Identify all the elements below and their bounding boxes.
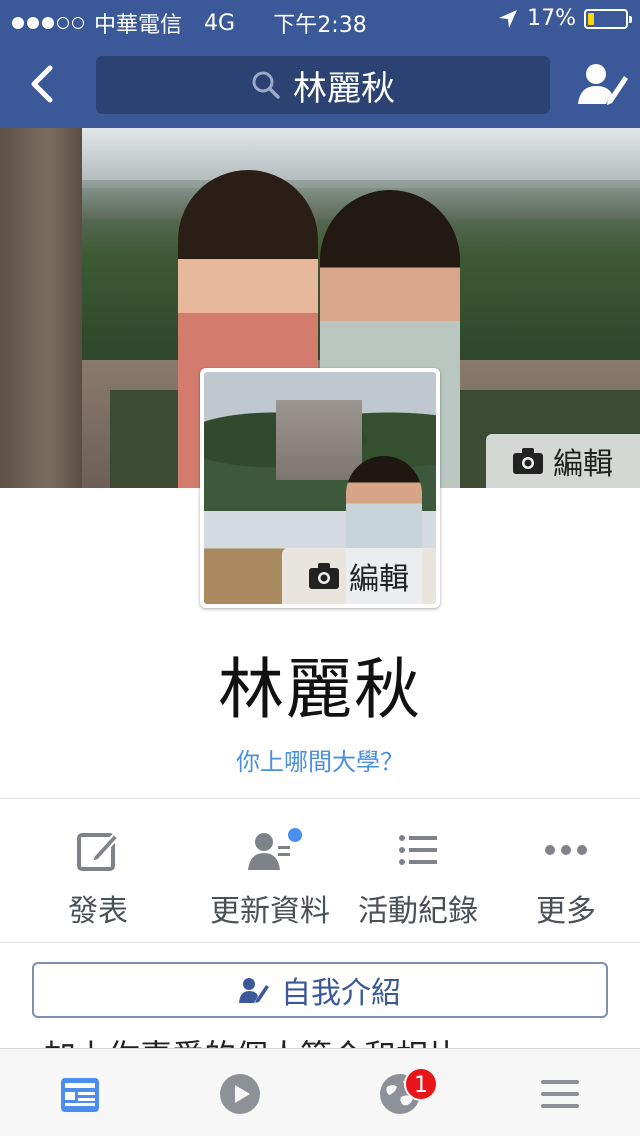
profile-picture[interactable]: 編輯 [200, 368, 440, 608]
profile-image: 編輯 [204, 372, 436, 604]
edit-profile-button[interactable] [578, 60, 628, 108]
divider [0, 942, 640, 943]
profile-photo-edit-button[interactable]: 編輯 [282, 548, 436, 604]
action-post-label: 發表 [68, 894, 128, 929]
location-arrow-icon [499, 9, 518, 28]
intro-hint-text: 加上你喜愛的個人簡介和相片 [44, 1032, 604, 1048]
chevron-left-icon [31, 65, 53, 103]
hamburger-icon [541, 1080, 579, 1108]
tab-notifications[interactable]: 1 [320, 1049, 480, 1136]
action-more[interactable]: 更多 [492, 800, 640, 942]
cover-pillar [0, 128, 82, 488]
play-icon [220, 1074, 260, 1114]
update-badge-dot [286, 826, 304, 844]
search-icon [252, 71, 280, 99]
cover-sky [0, 128, 640, 188]
profile-photo-edit-label: 編輯 [349, 562, 409, 597]
user-edit-icon [239, 978, 269, 1003]
top-chrome: 中華電信 4G 下午2:38 17% 林麗秋 [0, 0, 640, 128]
profile-name: 林麗秋 [218, 651, 422, 728]
battery-icon [584, 8, 632, 29]
battery-percent: 17% [527, 6, 576, 31]
nav-bar: 林麗秋 [0, 40, 640, 128]
education-prompt-link[interactable]: 你上哪間大學？ [0, 742, 640, 777]
about-me-button[interactable]: 自我介紹 [32, 962, 608, 1018]
profile-actions: 發表 更新資料 活動紀錄 更多 [0, 800, 640, 942]
cover-edit-label: 編輯 [553, 447, 613, 482]
search-box[interactable]: 林麗秋 [96, 56, 550, 114]
action-more-label: 更多 [536, 894, 596, 929]
user-edit-icon [578, 64, 628, 105]
tab-menu[interactable] [480, 1049, 640, 1136]
camera-icon [513, 448, 543, 474]
news-feed-icon [61, 1078, 99, 1112]
tab-video[interactable] [160, 1049, 320, 1136]
search-query: 林麗秋 [293, 68, 395, 109]
back-button[interactable] [22, 62, 66, 106]
status-right: 17% [497, 6, 632, 31]
action-update-info[interactable]: 更新資料 [196, 800, 344, 942]
divider [0, 798, 640, 799]
more-icon [545, 845, 587, 855]
notification-badge: 1 [404, 1067, 438, 1101]
profile-monument [276, 400, 362, 480]
cover-edit-button[interactable]: 編輯 [486, 434, 640, 488]
camera-icon [309, 563, 339, 589]
status-bar: 中華電信 4G 下午2:38 17% [0, 0, 640, 40]
cover-hills [0, 180, 640, 220]
action-activity-log[interactable]: 活動紀錄 [344, 800, 492, 942]
action-update-info-label: 更新資料 [210, 894, 330, 929]
about-me-label: 自我介紹 [281, 976, 401, 1011]
battery-fill [588, 12, 594, 25]
action-post[interactable]: 發表 [0, 800, 196, 942]
tab-news-feed[interactable] [0, 1049, 160, 1136]
compose-icon [77, 832, 120, 871]
action-activity-log-label: 活動紀錄 [358, 894, 478, 929]
tab-bar: 1 [0, 1048, 640, 1136]
list-icon [399, 835, 437, 865]
